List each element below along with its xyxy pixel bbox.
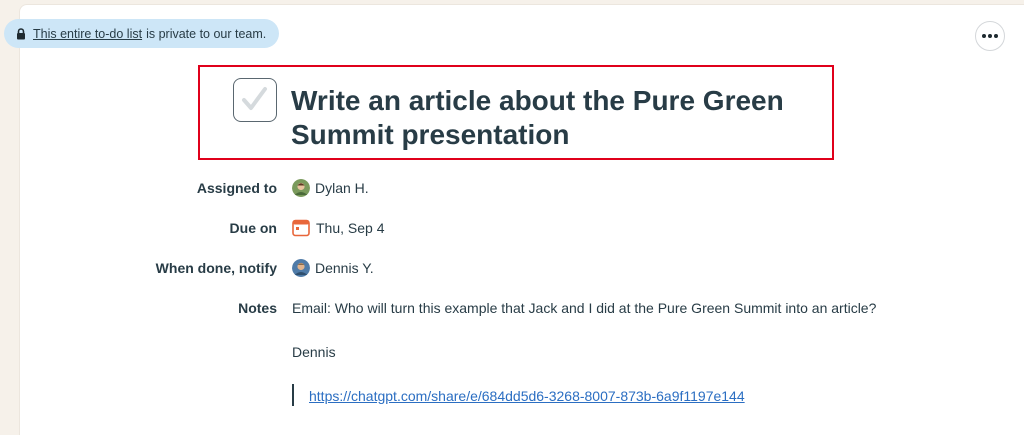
assigned-to-value[interactable]: Dylan H. — [292, 179, 369, 197]
calendar-icon — [292, 219, 310, 237]
notes-line-2: Dennis — [292, 344, 336, 360]
assigned-to-label: Assigned to — [196, 180, 277, 196]
privacy-banner: This entire to-do list is private to our… — [4, 19, 280, 48]
notes-link[interactable]: https://chatgpt.com/share/e/684dd5d6-326… — [309, 388, 745, 404]
lock-icon — [17, 27, 25, 39]
privacy-link[interactable]: This entire to-do list — [33, 27, 142, 41]
more-options-icon — [982, 34, 998, 38]
due-on-value[interactable]: Thu, Sep 4 — [292, 219, 385, 237]
notes-label: Notes — [238, 300, 277, 316]
more-options-button[interactable] — [975, 21, 1005, 51]
notify-name: Dennis Y. — [315, 260, 374, 276]
notes-line-1: Email: Who will turn this example that J… — [292, 300, 877, 316]
privacy-text: is private to our team. — [146, 26, 267, 41]
avatar — [292, 179, 310, 197]
complete-checkbox[interactable] — [233, 78, 277, 122]
checkmark-icon — [242, 87, 267, 110]
due-on-label: Due on — [229, 220, 277, 236]
notify-label: When done, notify — [155, 260, 277, 276]
due-date: Thu, Sep 4 — [316, 220, 385, 236]
todo-title: Write an article about the Pure Green Su… — [291, 85, 784, 150]
assignee-name: Dylan H. — [315, 180, 369, 196]
blockquote-bar — [292, 384, 294, 406]
notify-value[interactable]: Dennis Y. — [292, 259, 374, 277]
avatar — [292, 259, 310, 277]
